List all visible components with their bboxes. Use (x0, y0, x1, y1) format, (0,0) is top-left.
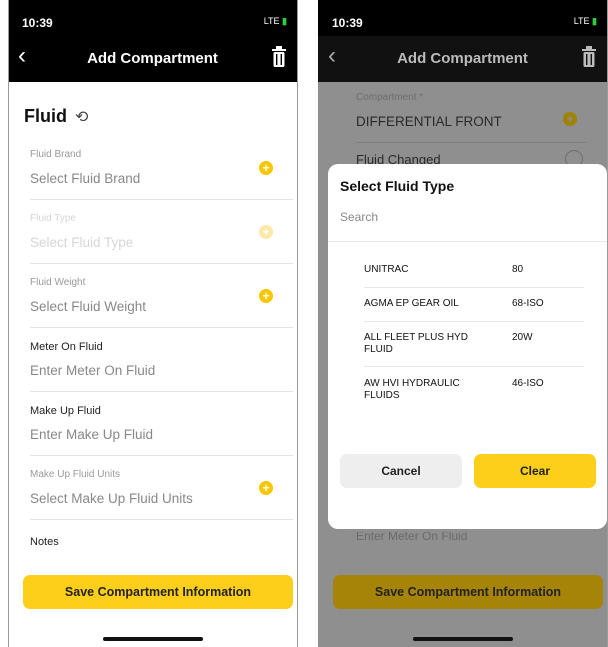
field-placeholder[interactable]: Enter Make Up Fluid (30, 427, 153, 442)
nav-bar: ‹ Add Compartment (8, 36, 297, 82)
status-time: 10:39 (332, 16, 363, 30)
compartment-value[interactable]: DIFFERENTIAL FRONT (356, 114, 502, 129)
nav-bar: ‹ Add Compartment (318, 36, 607, 82)
battery-icon: ▮ (282, 16, 287, 26)
option-code: 80 (512, 264, 524, 275)
fluid-type-option[interactable]: AGMA EP GEAR OIL 68-ISO (364, 288, 584, 322)
save-compartment-button[interactable]: Save Compartment Information (333, 575, 603, 609)
phone-screen-modal: 10:39 LTE ▮ ‹ Add Compartment Compartmen… (318, 0, 607, 647)
field-label: Make Up Fluid (30, 405, 101, 417)
divider (8, 0, 9, 647)
signal-indicator: LTE ▮ (574, 16, 597, 27)
modal-title: Select Fluid Type (340, 178, 455, 194)
field-label: Make Up Fluid Units (30, 469, 121, 480)
signal-text: LTE (263, 16, 280, 26)
history-icon[interactable]: ⟲ (75, 109, 88, 126)
obscured-field-text: Enter Meter On Fluid (356, 532, 468, 540)
clear-button[interactable]: Clear (474, 454, 596, 488)
option-name: AW HVI HYDRAULIC FLUIDS (364, 378, 460, 401)
field-label: Fluid Brand (30, 149, 82, 160)
option-code: 46-ISO (512, 378, 544, 389)
make-up-fluid-units-field[interactable]: Make Up Fluid Units Select Make Up Fluid… (30, 456, 293, 520)
field-placeholder[interactable]: Enter Meter On Fluid (30, 363, 155, 378)
option-name: ALL FLEET PLUS HYD FLUID (364, 332, 468, 355)
form-fields: Fluid Brand Select Fluid Brand + Fluid T… (8, 136, 297, 548)
notes-label: Notes (30, 536, 59, 548)
add-icon[interactable]: + (563, 112, 577, 126)
signal-indicator: LTE ▮ (264, 16, 287, 27)
field-label: Fluid Type (30, 213, 76, 224)
field-placeholder[interactable]: Select Fluid Brand (30, 171, 140, 186)
field-placeholder[interactable]: Select Fluid Type (30, 235, 133, 250)
trash-icon[interactable] (271, 46, 287, 68)
fluid-weight-field[interactable]: Fluid Weight Select Fluid Weight + (30, 264, 293, 328)
field-label: Fluid Weight (30, 277, 86, 288)
make-up-fluid-field[interactable]: Make Up Fluid Enter Make Up Fluid (30, 392, 293, 456)
page-title: Add Compartment (87, 50, 218, 67)
save-compartment-button[interactable]: Save Compartment Information (23, 575, 293, 609)
field-placeholder[interactable]: Select Make Up Fluid Units (30, 491, 193, 506)
section-title: Fluid ⟲ (24, 106, 281, 136)
divider (297, 0, 298, 647)
phone-screen-form: 10:39 LTE ▮ ‹ Add Compartment Fluid ⟲ Flu… (8, 0, 297, 647)
option-name: AGMA EP GEAR OIL (364, 298, 459, 309)
battery-icon: ▮ (592, 16, 597, 26)
search-input[interactable]: Search (340, 210, 378, 224)
add-icon[interactable]: + (259, 225, 273, 239)
field-label: Meter On Fluid (30, 341, 103, 353)
fluid-type-option[interactable]: ALL FLEET PLUS HYD FLUID 20W (364, 322, 584, 367)
add-icon[interactable]: + (259, 161, 273, 175)
option-code: 68-ISO (512, 298, 544, 309)
trash-icon[interactable] (581, 46, 597, 68)
status-bar: 10:39 LTE ▮ (318, 0, 607, 36)
search-divider (328, 241, 607, 242)
option-name: UNITRAC (364, 264, 409, 275)
add-icon[interactable]: + (259, 481, 273, 495)
page-title: Add Compartment (397, 50, 528, 67)
signal-text: LTE (573, 16, 590, 26)
home-indicator (103, 637, 203, 641)
fluid-type-field[interactable]: Fluid Type Select Fluid Type + (30, 200, 293, 264)
select-fluid-type-modal: Select Fluid Type Search UNITRAC 80 AGMA… (328, 164, 607, 529)
fluid-type-option[interactable]: AW HVI HYDRAULIC FLUIDS 46-ISO (364, 368, 584, 412)
option-code: 20W (512, 332, 533, 343)
section-title-text: Fluid (24, 106, 67, 126)
compartment-label: Compartment * (356, 92, 424, 103)
status-time: 10:39 (22, 16, 53, 30)
field-divider (356, 142, 587, 143)
meter-on-fluid-field[interactable]: Meter On Fluid Enter Meter On Fluid (30, 328, 293, 392)
status-bar: 10:39 LTE ▮ (8, 0, 297, 36)
field-placeholder[interactable]: Select Fluid Weight (30, 299, 146, 314)
home-indicator (413, 637, 513, 641)
add-icon[interactable]: + (259, 289, 273, 303)
cancel-button[interactable]: Cancel (340, 454, 462, 488)
fluid-type-option[interactable]: UNITRAC 80 (364, 254, 584, 288)
fluid-brand-field[interactable]: Fluid Brand Select Fluid Brand + (30, 136, 293, 200)
